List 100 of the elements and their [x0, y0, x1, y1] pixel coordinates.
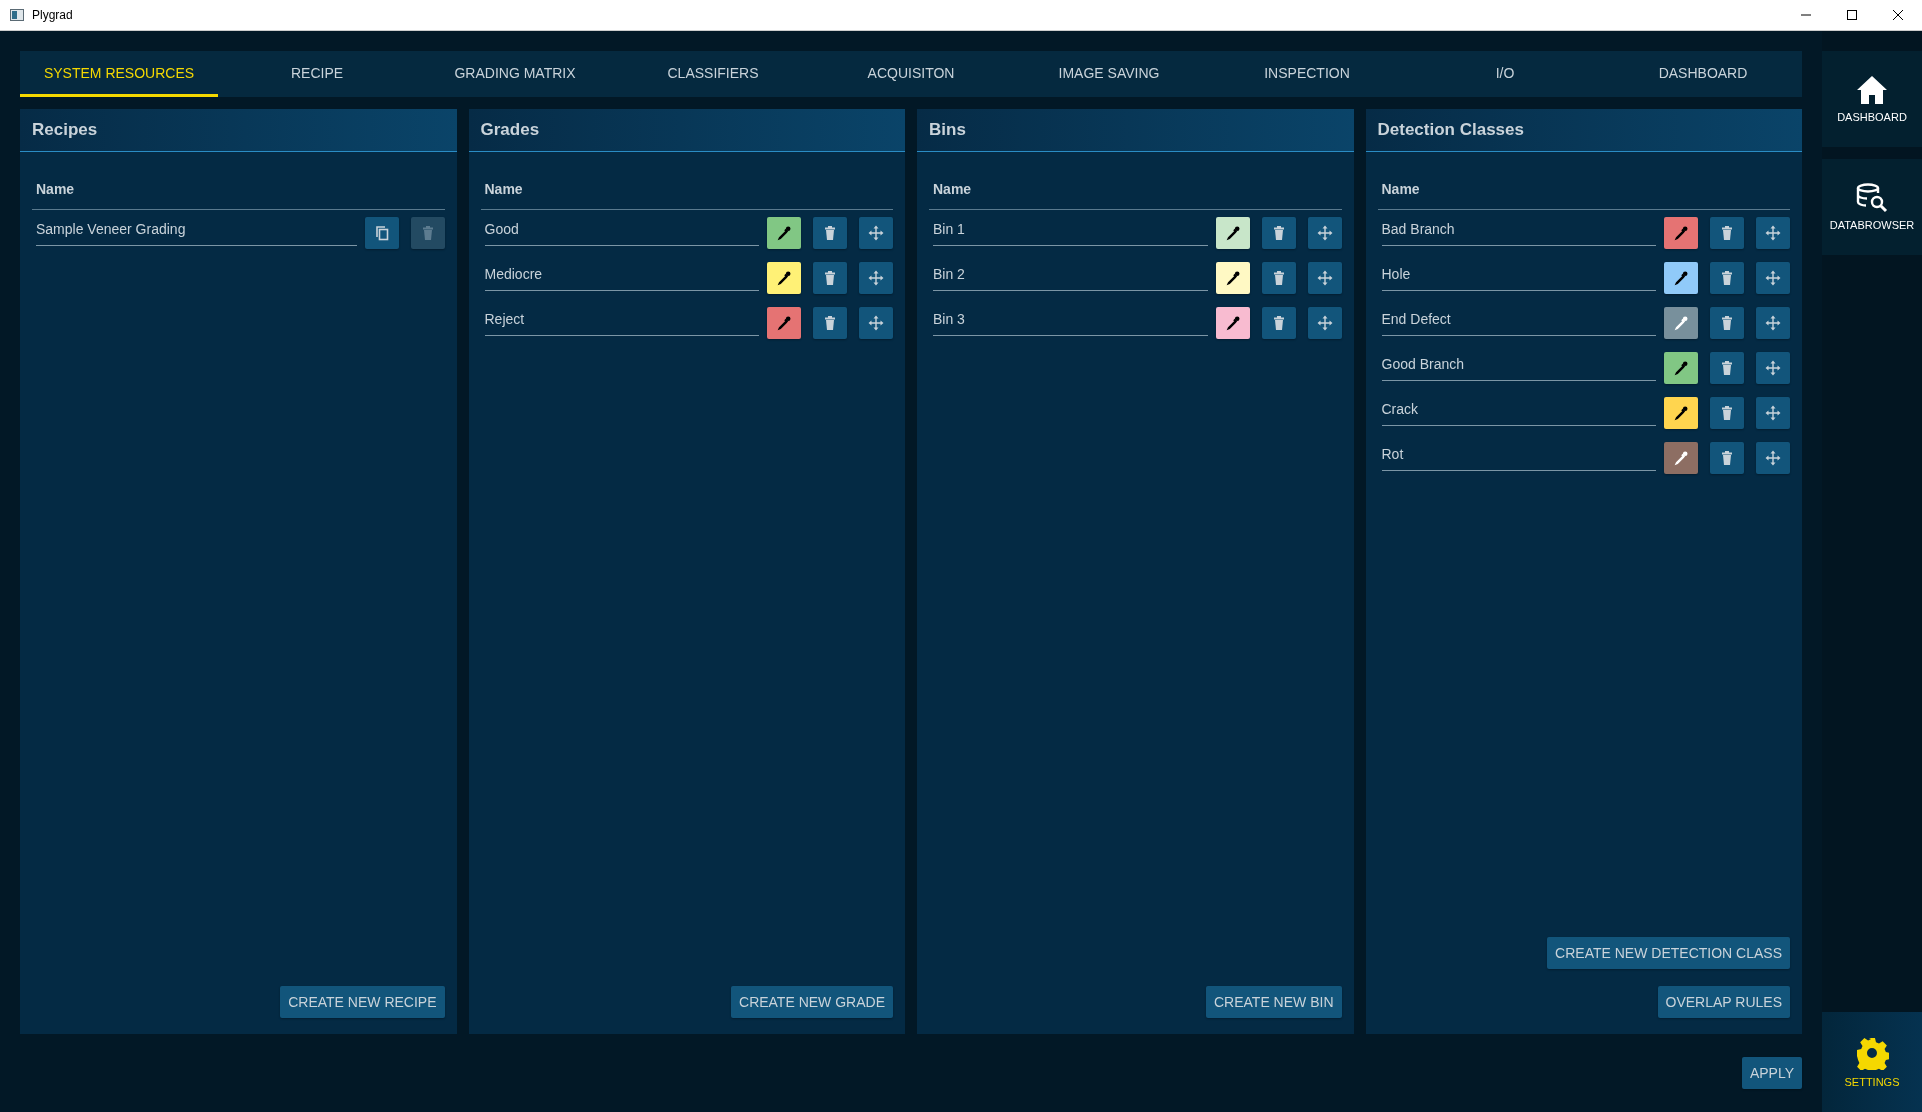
- copy-icon: [373, 224, 390, 241]
- tab[interactable]: ACQUISITON: [812, 51, 1010, 97]
- tab[interactable]: INSPECTION: [1208, 51, 1406, 97]
- move-icon: [1316, 269, 1333, 286]
- delete-button[interactable]: [1261, 216, 1296, 249]
- color-picker-button[interactable]: [1215, 216, 1250, 249]
- delete-button[interactable]: [1710, 396, 1744, 429]
- eyedropper-icon: [1673, 449, 1689, 466]
- column-header: Name: [484, 181, 523, 197]
- tab[interactable]: I/O: [1406, 51, 1604, 97]
- eyedropper-icon: [1224, 314, 1241, 331]
- color-picker-button[interactable]: [1664, 216, 1698, 249]
- move-button[interactable]: [1307, 216, 1342, 249]
- move-button[interactable]: [1756, 351, 1790, 384]
- sidebar-item[interactable]: DATABROWSER: [1822, 159, 1922, 255]
- tab[interactable]: GRADING MATRIX: [416, 51, 614, 97]
- column-header: Name: [36, 181, 75, 197]
- move-button[interactable]: [859, 261, 893, 294]
- name-field[interactable]: Good Branch: [1381, 350, 1656, 381]
- color-picker-button[interactable]: [767, 216, 801, 249]
- move-button[interactable]: [1756, 306, 1790, 339]
- color-picker-button[interactable]: [1664, 351, 1698, 384]
- database-search-icon: [1856, 183, 1888, 213]
- tab[interactable]: RECIPE: [218, 51, 416, 97]
- move-button[interactable]: [1307, 261, 1342, 294]
- name-field[interactable]: Bad Branch: [1381, 215, 1656, 246]
- move-button[interactable]: [1756, 261, 1790, 294]
- move-button[interactable]: [1756, 441, 1790, 474]
- trash-icon: [1719, 359, 1735, 376]
- panel-title: Grades: [480, 120, 540, 140]
- delete-button[interactable]: [813, 261, 847, 294]
- move-icon: [1316, 224, 1333, 241]
- copy-button[interactable]: [364, 216, 399, 249]
- panel-title: Recipes: [32, 120, 98, 140]
- action-button[interactable]: OVERLAP RULES: [1657, 986, 1790, 1018]
- color-picker-button[interactable]: [767, 261, 801, 294]
- delete-button[interactable]: [1710, 441, 1744, 474]
- color-picker-button[interactable]: [767, 306, 801, 339]
- color-picker-button[interactable]: [1664, 441, 1698, 474]
- close-icon[interactable]: [1892, 9, 1904, 21]
- tab[interactable]: SYSTEM RESOURCES: [20, 51, 218, 97]
- tab[interactable]: CLASSIFIERS: [614, 51, 812, 97]
- delete-button[interactable]: [813, 306, 847, 339]
- tab[interactable]: IMAGE SAVING: [1010, 51, 1208, 97]
- name-field[interactable]: Rot: [1381, 440, 1656, 471]
- color-picker-button[interactable]: [1664, 396, 1698, 429]
- delete-button[interactable]: [1710, 261, 1744, 294]
- action-button[interactable]: CREATE NEW GRADE: [731, 986, 893, 1018]
- delete-button[interactable]: [1710, 216, 1744, 249]
- action-button[interactable]: CREATE NEW RECIPE: [280, 986, 445, 1018]
- apply-button[interactable]: APPLY: [1741, 1057, 1802, 1089]
- name-field[interactable]: Crack: [1381, 395, 1656, 426]
- action-button[interactable]: CREATE NEW DETECTION CLASS: [1547, 937, 1790, 969]
- name-field[interactable]: Bin 2: [933, 260, 1208, 291]
- name-field[interactable]: Sample Veneer Grading: [36, 215, 357, 246]
- color-picker-button[interactable]: [1664, 261, 1698, 294]
- trash-icon: [822, 224, 838, 241]
- delete-button[interactable]: [1710, 306, 1744, 339]
- eyedropper-icon: [776, 269, 792, 286]
- eyedropper-icon: [1673, 314, 1689, 331]
- move-button[interactable]: [859, 306, 893, 339]
- color-picker-button[interactable]: [1215, 306, 1250, 339]
- trash-icon: [822, 314, 838, 331]
- home-icon: [1856, 75, 1888, 105]
- eyedropper-icon: [1224, 224, 1241, 241]
- trash-icon: [1719, 449, 1735, 466]
- name-field[interactable]: Bin 3: [933, 305, 1208, 336]
- color-picker-button[interactable]: [1664, 306, 1698, 339]
- delete-button[interactable]: [813, 216, 847, 249]
- move-icon: [868, 224, 884, 241]
- tab[interactable]: DASHBOARD: [1604, 51, 1802, 97]
- eyedropper-icon: [1673, 224, 1689, 241]
- settings-icon: [1855, 1036, 1889, 1070]
- name-field[interactable]: Hole: [1381, 260, 1656, 291]
- color-picker-button[interactable]: [1215, 261, 1250, 294]
- name-field[interactable]: Good: [484, 215, 759, 246]
- move-button[interactable]: [859, 216, 893, 249]
- trash-icon: [1719, 314, 1735, 331]
- delete-button[interactable]: [1261, 306, 1296, 339]
- window-title: Plygrad: [32, 8, 74, 22]
- name-field[interactable]: Reject: [484, 305, 759, 336]
- maximize-icon[interactable]: [1846, 9, 1858, 21]
- sidebar-item[interactable]: DASHBOARD: [1822, 51, 1922, 147]
- trash-icon: [822, 269, 838, 286]
- trash-icon: [1719, 269, 1735, 286]
- move-button[interactable]: [1307, 306, 1342, 339]
- name-field[interactable]: End Defect: [1381, 305, 1656, 336]
- move-button[interactable]: [1756, 396, 1790, 429]
- delete-button[interactable]: [1710, 351, 1744, 384]
- eyedropper-icon: [1673, 404, 1689, 421]
- eyedropper-icon: [1673, 359, 1689, 376]
- panel-title: Detection Classes: [1377, 120, 1524, 140]
- delete-button[interactable]: [1261, 261, 1296, 294]
- panel-title: Bins: [929, 120, 966, 140]
- action-button[interactable]: CREATE NEW BIN: [1205, 986, 1342, 1018]
- name-field[interactable]: Bin 1: [933, 215, 1208, 246]
- move-button[interactable]: [1756, 216, 1790, 249]
- sidebar-item[interactable]: SETTINGS: [1822, 1012, 1922, 1112]
- name-field[interactable]: Mediocre: [484, 260, 759, 291]
- move-icon: [1765, 314, 1781, 331]
